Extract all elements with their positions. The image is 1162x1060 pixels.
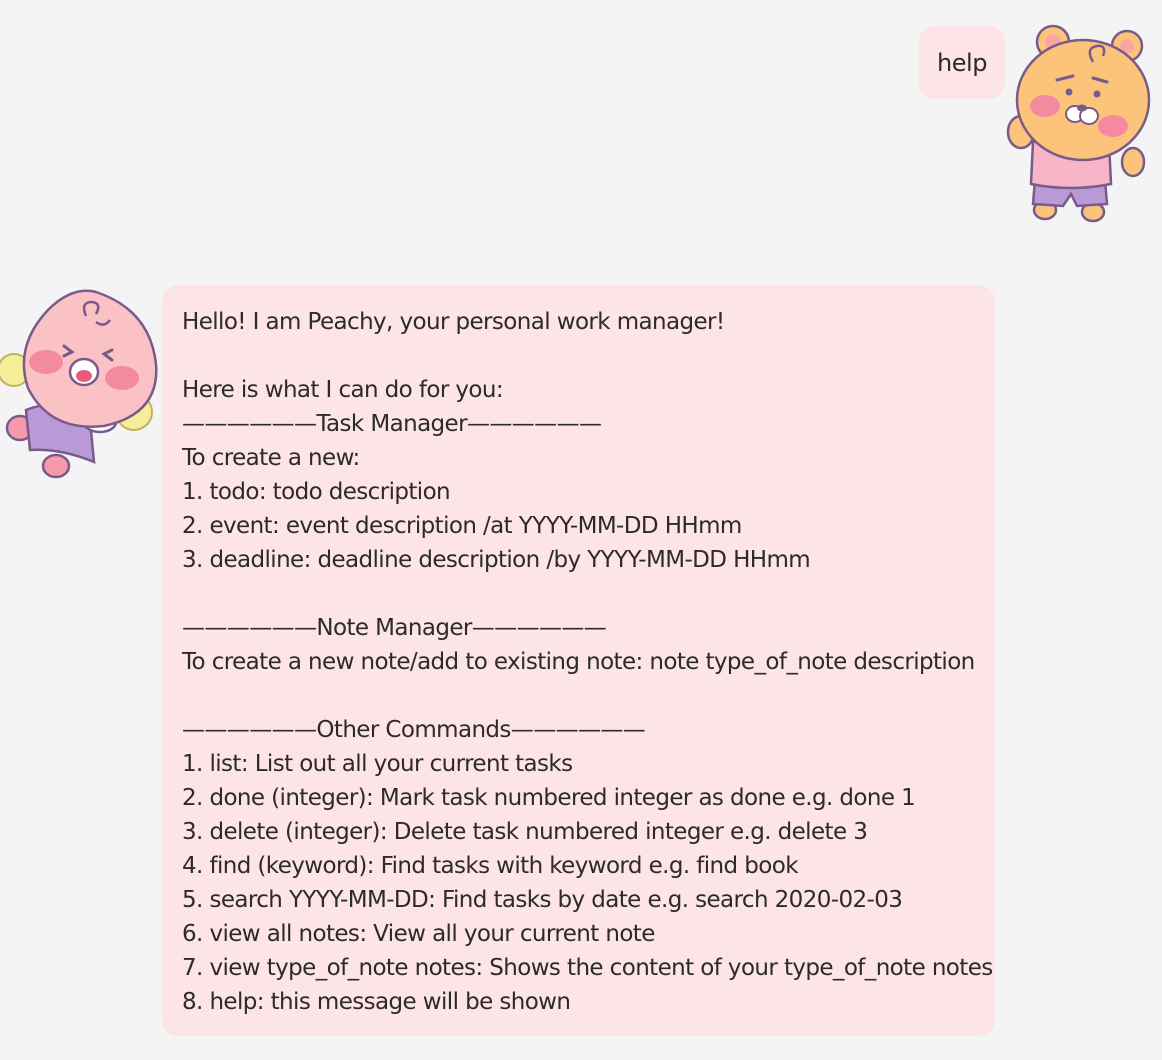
bot-message-line: To create a new: — [182, 445, 360, 471]
bot-message-line: 3. deadline: deadline description /by YY… — [182, 547, 811, 573]
bot-message-line: 4. find (keyword): Find tasks with keywo… — [182, 853, 799, 879]
bot-message-line: 1. todo: todo description — [182, 479, 451, 505]
ryan-bear-character-icon — [1006, 24, 1151, 223]
bot-message-line: 5. search YYYY-MM-DD: Find tasks by date… — [182, 887, 903, 913]
bot-message-line — [182, 339, 995, 373]
bot-message-line — [182, 679, 995, 713]
bot-message-line: 2. event: event description /at YYYY-MM-… — [182, 513, 742, 539]
bot-message-bubble: Hello! I am Peachy, your personal work m… — [162, 285, 995, 1036]
bot-message-line: 3. delete (integer): Delete task numbere… — [182, 819, 868, 845]
bot-message-line: Hello! I am Peachy, your personal work m… — [182, 309, 725, 335]
bot-message-line: 7. view type_of_note notes: Shows the co… — [182, 955, 993, 981]
bot-message-line: 6. view all notes: View all your current… — [182, 921, 655, 947]
bot-message-line: Here is what I can do for you: — [182, 377, 504, 403]
bot-message-line: ——————Note Manager—————— — [182, 615, 607, 641]
bot-message-line: ——————Task Manager—————— — [182, 411, 602, 437]
bot-message-line: ——————Other Commands—————— — [182, 717, 646, 743]
user-message-bubble: help — [919, 26, 1005, 99]
user-message-text: help — [937, 48, 987, 77]
bot-message-line: 1. list: List out all your current tasks — [182, 751, 573, 777]
apeach-peach-character-icon — [0, 289, 158, 479]
bot-message-line: To create a new note/add to existing not… — [182, 649, 975, 675]
user-avatar — [1005, 22, 1155, 227]
bot-message-line — [182, 577, 995, 611]
chat-window: help Hello! I am Peachy, your personal w… — [0, 0, 1162, 1060]
bot-avatar — [0, 280, 160, 485]
bot-message-line: 8. help: this message will be shown — [182, 989, 571, 1015]
bot-message-line: 2. done (integer): Mark task numbered in… — [182, 785, 916, 811]
